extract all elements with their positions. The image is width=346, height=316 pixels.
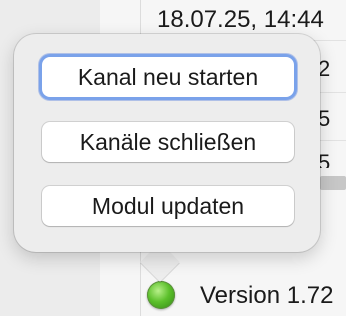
close-channels-button[interactable]: Kanäle schließen: [42, 122, 294, 162]
timestamp-cell: 18.07.25, 14:44: [157, 6, 324, 33]
update-module-button[interactable]: Modul updaten: [42, 186, 294, 226]
status-indicator-icon[interactable]: [147, 281, 175, 309]
horizontal-scrollbar[interactable]: [320, 176, 346, 190]
version-label: Version 1.72: [200, 282, 334, 309]
restart-channel-button[interactable]: Kanal neu starten: [42, 57, 294, 97]
